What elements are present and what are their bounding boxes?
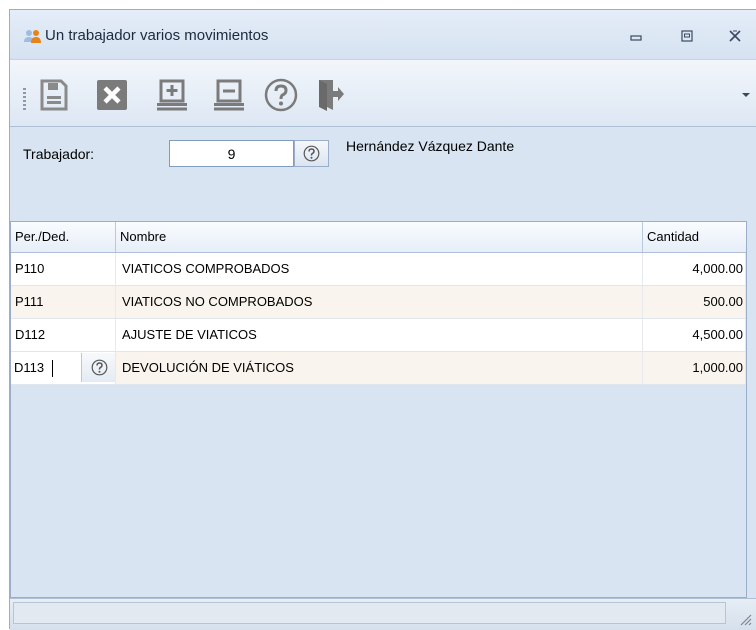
table-row[interactable]: P111 VIATICOS NO COMPROBADOS 500.00 <box>11 286 746 319</box>
restore-icon <box>681 30 693 42</box>
cell-code[interactable]: D112 <box>11 319 116 351</box>
toolbar-grip[interactable] <box>23 88 26 110</box>
add-row-icon <box>157 79 187 111</box>
window: Un trabajador varios movimientos Trabaja… <box>9 9 756 630</box>
cell-name[interactable]: AJUSTE DE VIATICOS <box>116 319 643 351</box>
minimize-button[interactable] <box>625 26 647 46</box>
cell-amount[interactable]: 1,000.00 <box>643 352 746 384</box>
save-button[interactable] <box>34 75 74 115</box>
cell-name[interactable]: VIATICOS COMPROBADOS <box>116 253 643 285</box>
movements-grid: Per./Ded. Nombre Cantidad P110 VIATICOS … <box>10 221 747 598</box>
exit-icon <box>319 80 344 111</box>
add-row-button[interactable] <box>152 75 192 115</box>
restore-button[interactable] <box>676 26 698 46</box>
table-row[interactable]: DEVOLUCIÓN DE VIÁTICOS 1,000.00 <box>11 352 746 385</box>
help-icon <box>303 145 320 162</box>
users-icon <box>24 30 41 43</box>
table-row[interactable]: D112 AJUSTE DE VIATICOS 4,500.00 <box>11 319 746 352</box>
cell-code[interactable]: P110 <box>11 253 116 285</box>
cell-amount[interactable]: 4,000.00 <box>643 253 746 285</box>
worker-lookup-button[interactable] <box>294 140 329 167</box>
code-lookup-button[interactable] <box>81 353 115 382</box>
status-field <box>13 602 726 624</box>
cell-amount[interactable]: 500.00 <box>643 286 746 318</box>
worker-id-input[interactable] <box>169 140 294 167</box>
cell-code[interactable]: P111 <box>11 286 116 318</box>
cell-name[interactable]: DEVOLUCIÓN DE VIÁTICOS <box>116 352 643 384</box>
title-bar[interactable]: Un trabajador varios movimientos <box>10 10 756 59</box>
grid-header: Per./Ded. Nombre Cantidad <box>11 222 746 253</box>
toolbar <box>10 59 756 127</box>
help-button[interactable] <box>261 75 301 115</box>
delete-icon <box>97 80 127 110</box>
status-bar <box>10 598 756 630</box>
column-header-nombre[interactable]: Nombre <box>116 222 643 252</box>
column-header-cantidad[interactable]: Cantidad <box>643 222 746 252</box>
close-icon <box>729 30 741 42</box>
code-edit-input[interactable] <box>14 354 80 381</box>
minimize-icon <box>630 35 642 41</box>
delete-button[interactable] <box>92 75 132 115</box>
resize-grip-icon[interactable] <box>738 612 752 626</box>
cell-code-editing[interactable] <box>11 352 116 384</box>
cell-name[interactable]: VIATICOS NO COMPROBADOS <box>116 286 643 318</box>
text-caret <box>52 360 53 377</box>
help-icon <box>91 359 107 376</box>
window-title: Un trabajador varios movimientos <box>45 27 269 44</box>
worker-panel: Trabajador: Hernández Vázquez Dante <box>10 127 756 221</box>
column-header-per-ded[interactable]: Per./Ded. <box>11 222 116 252</box>
exit-button[interactable] <box>311 75 351 115</box>
worker-label: Trabajador: <box>23 146 95 162</box>
worker-name: Hernández Vázquez Dante <box>346 138 515 154</box>
save-icon <box>40 79 68 111</box>
chevron-down-icon <box>742 93 750 97</box>
remove-row-button[interactable] <box>209 75 249 115</box>
remove-row-icon <box>214 79 244 111</box>
toolbar-overflow-button[interactable] <box>738 70 754 120</box>
table-row[interactable]: P110 VIATICOS COMPROBADOS 4,000.00 <box>11 253 746 286</box>
cell-amount[interactable]: 4,500.00 <box>643 319 746 351</box>
close-button[interactable] <box>724 26 746 46</box>
help-icon <box>264 78 298 112</box>
